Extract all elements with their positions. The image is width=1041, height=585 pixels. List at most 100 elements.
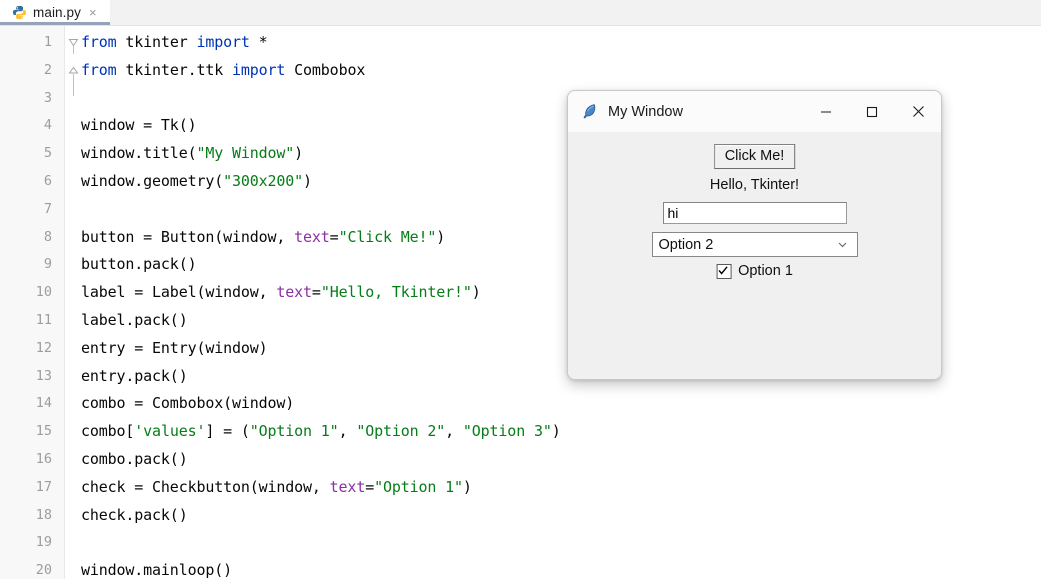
code-token: window = Tk()	[81, 116, 197, 135]
line-number: 4	[43, 117, 52, 134]
code-token: )	[551, 422, 561, 441]
click-me-button[interactable]: Click Me!	[713, 144, 796, 169]
editor-tab-bar: main.py ×	[0, 0, 1041, 26]
code-token: combo[	[81, 422, 135, 441]
minimize-icon[interactable]	[803, 91, 849, 132]
code-token: )	[294, 144, 304, 163]
options-combobox[interactable]: Option 2	[651, 232, 858, 257]
code-line[interactable]: from tkinter.ttk import Combobox	[81, 57, 365, 85]
checkbox-label: Option 1	[738, 263, 793, 279]
code-line[interactable]: entry = Entry(window)	[81, 335, 268, 363]
code-token: =	[311, 283, 321, 302]
code-token: button = Button(window,	[81, 227, 295, 246]
line-number: 16	[35, 451, 52, 467]
code-line[interactable]: combo['values'] = ("Option 1", "Option 2…	[81, 418, 561, 446]
fold-arrow-icon[interactable]	[68, 63, 79, 74]
line-number: 18	[35, 506, 52, 523]
editor-tab-main-py[interactable]: main.py ×	[0, 0, 110, 25]
code-token: "Hello, Tkinter!"	[320, 283, 472, 302]
code-token: combo = Combobox(window)	[81, 394, 295, 413]
code-token: "Option 1"	[249, 422, 339, 441]
code-token: "300x200"	[223, 172, 304, 190]
code-token: tkinter.ttk	[116, 60, 232, 79]
code-line[interactable]: check.pack()	[81, 502, 188, 530]
code-token: check.pack()	[81, 505, 188, 524]
line-number: 8	[43, 228, 52, 245]
line-number: 15	[35, 423, 52, 440]
code-token: button.pack()	[81, 255, 197, 274]
chevron-down-icon[interactable]	[836, 238, 849, 251]
code-line[interactable]: window.geometry("300x200")	[81, 168, 312, 196]
code-line[interactable]: button.pack()	[81, 251, 197, 279]
code-token: entry.pack()	[81, 366, 188, 385]
text-entry-field[interactable]: hi	[662, 202, 847, 224]
code-token: from	[81, 60, 117, 79]
line-number: 2	[43, 61, 52, 78]
code-folding-gutter[interactable]	[65, 26, 81, 579]
code-line[interactable]: label = Label(window, text="Hello, Tkint…	[81, 279, 481, 307]
code-token: ,	[445, 422, 463, 441]
line-number: 10	[35, 284, 52, 301]
code-line[interactable]: combo.pack()	[81, 446, 188, 474]
code-token: combo.pack()	[81, 450, 188, 468]
code-line[interactable]: from tkinter import *	[81, 29, 268, 57]
tk-window-title: My Window	[608, 103, 683, 120]
close-icon[interactable]: ×	[89, 6, 97, 19]
line-number: 19	[35, 534, 52, 551]
code-token: )	[462, 477, 472, 496]
line-number: 11	[35, 312, 52, 328]
code-token: )	[436, 227, 446, 246]
code-token: label.pack()	[81, 311, 188, 329]
option-1-checkbox[interactable]: Option 1	[716, 263, 793, 279]
code-token: import	[231, 60, 286, 79]
greeting-label: Hello, Tkinter!	[709, 177, 800, 193]
fold-arrow-icon[interactable]	[68, 35, 79, 47]
line-number: 5	[43, 145, 52, 162]
code-line[interactable]: window.mainloop()	[81, 557, 232, 585]
line-number: 12	[35, 339, 52, 356]
code-line[interactable]: check = Checkbutton(window, text="Option…	[81, 474, 472, 502]
maximize-icon[interactable]	[849, 91, 895, 132]
line-number-gutter: 1 2 3 4 5 6 7 8 9 10 11 12 13 14 15 16 17 18 19 20	[0, 26, 65, 579]
code-line[interactable]: label.pack()	[81, 307, 188, 335]
line-number: 14	[35, 395, 52, 412]
code-token: text	[276, 283, 312, 302]
code-token: =	[365, 477, 375, 496]
active-tab-underline	[0, 22, 110, 25]
code-token: label = Label(window,	[81, 283, 277, 302]
line-number: 13	[35, 367, 52, 384]
code-line[interactable]: window = Tk()	[81, 112, 197, 140]
code-token: )	[303, 172, 312, 190]
code-token: text	[294, 227, 330, 246]
code-token: 'values'	[134, 422, 206, 441]
line-number: 3	[43, 89, 52, 106]
code-line[interactable]: button = Button(window, text="Click Me!"…	[81, 224, 445, 252]
fold-region-line	[73, 74, 74, 96]
code-line[interactable]: combo = Combobox(window)	[81, 390, 294, 418]
code-line[interactable]: window.title("My Window")	[81, 140, 303, 168]
code-token: tkinter	[116, 33, 197, 51]
code-token: from	[81, 33, 117, 51]
code-token: *	[249, 33, 268, 51]
line-number: 9	[43, 256, 52, 273]
tk-feather-icon	[581, 103, 598, 120]
python-file-icon	[12, 5, 27, 20]
code-token: check = Checkbutton(window,	[81, 477, 330, 496]
code-token: Combobox	[285, 60, 366, 79]
code-token: window.geometry(	[81, 172, 224, 190]
checkbox-box[interactable]	[716, 263, 732, 279]
tk-window-titlebar[interactable]: My Window	[568, 91, 941, 132]
code-token: text	[329, 477, 366, 496]
code-token: "Click Me!"	[338, 227, 437, 246]
code-token: import	[196, 33, 250, 51]
close-icon[interactable]	[895, 91, 941, 132]
tkinter-app-window[interactable]: My Window Click Me! Hello, Tkinter! hi O…	[567, 90, 942, 380]
code-token: ] = (	[205, 422, 250, 441]
line-number: 20	[35, 562, 52, 579]
editor-tab-label: main.py	[33, 5, 81, 20]
code-token: "Option 1"	[374, 477, 463, 496]
code-line[interactable]: entry.pack()	[81, 363, 188, 391]
code-token: )	[471, 283, 481, 302]
code-token: entry = Entry(window)	[81, 338, 268, 357]
line-number: 6	[43, 173, 52, 189]
